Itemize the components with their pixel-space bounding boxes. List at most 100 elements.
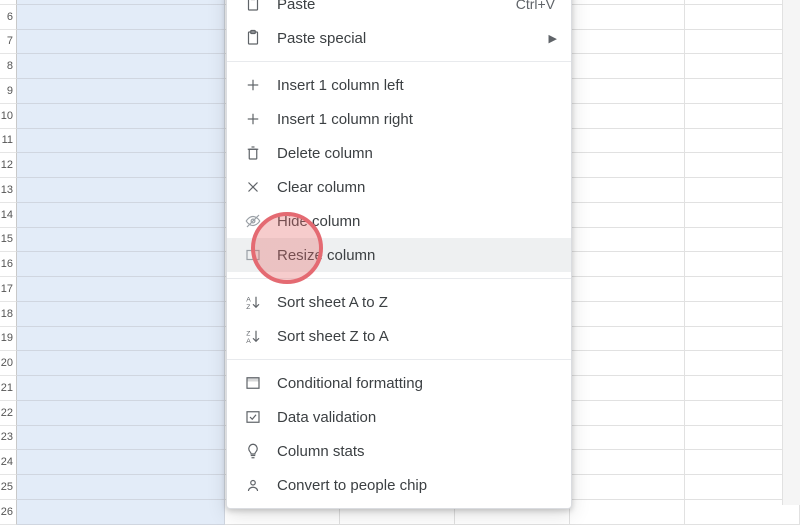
selected-cell[interactable] <box>17 54 225 79</box>
row-header[interactable]: 25 <box>0 475 17 500</box>
cell[interactable] <box>570 153 685 177</box>
row-header[interactable]: 19 <box>0 327 17 352</box>
selected-cell[interactable] <box>17 203 225 228</box>
menu-label: Conditional formatting <box>277 375 423 392</box>
menu-resize-column[interactable]: Resize column <box>227 238 571 272</box>
cell[interactable] <box>570 327 685 351</box>
cell[interactable] <box>570 228 685 252</box>
cell[interactable] <box>570 277 685 301</box>
cell[interactable] <box>570 351 685 375</box>
selected-cell[interactable] <box>17 401 225 426</box>
selected-cell[interactable] <box>17 129 225 154</box>
cell[interactable] <box>570 30 685 54</box>
eye-off-icon <box>243 211 263 231</box>
menu-conditional-formatting[interactable]: Conditional formatting <box>227 366 571 400</box>
selected-column[interactable] <box>17 0 225 525</box>
submenu-caret-icon: ▶ <box>549 32 557 45</box>
row-header[interactable]: 14 <box>0 203 17 228</box>
menu-label: Insert 1 column right <box>277 111 413 128</box>
selected-cell[interactable] <box>17 252 225 277</box>
menu-separator <box>227 61 571 62</box>
selected-cell[interactable] <box>17 475 225 500</box>
row-header[interactable]: 22 <box>0 401 17 426</box>
selected-cell[interactable] <box>17 426 225 451</box>
menu-hide-column[interactable]: Hide column <box>227 204 571 238</box>
row-header[interactable]: 12 <box>0 153 17 178</box>
lightbulb-icon <box>243 441 263 461</box>
row-header[interactable]: 21 <box>0 376 17 401</box>
menu-label: Sort sheet Z to A <box>277 328 389 345</box>
row-header[interactable]: 17 <box>0 277 17 302</box>
row-header[interactable]: 24 <box>0 450 17 475</box>
selected-cell[interactable] <box>17 153 225 178</box>
cell[interactable] <box>570 79 685 103</box>
vertical-scrollbar[interactable] <box>782 0 800 505</box>
sort-za-icon: ZA <box>243 326 263 346</box>
selected-cell[interactable] <box>17 327 225 352</box>
row-header[interactable]: 10 <box>0 104 17 129</box>
selected-cell[interactable] <box>17 277 225 302</box>
cell[interactable] <box>570 0 685 4</box>
menu-column-stats[interactable]: Column stats <box>227 434 571 468</box>
cell[interactable] <box>570 178 685 202</box>
selected-cell[interactable] <box>17 302 225 327</box>
menu-separator <box>227 359 571 360</box>
selected-cell[interactable] <box>17 376 225 401</box>
row-header[interactable]: 6 <box>0 5 17 30</box>
conditional-format-icon <box>243 373 263 393</box>
selected-cell[interactable] <box>17 79 225 104</box>
row-header[interactable]: 11 <box>0 129 17 154</box>
cell[interactable] <box>570 104 685 128</box>
cell[interactable] <box>570 475 685 499</box>
menu-paste-special[interactable]: Paste special ▶ <box>227 21 571 55</box>
menu-insert-right[interactable]: Insert 1 column right <box>227 102 571 136</box>
row-header[interactable]: 20 <box>0 351 17 376</box>
selected-cell[interactable] <box>17 104 225 129</box>
menu-sort-za[interactable]: ZA Sort sheet Z to A <box>227 319 571 353</box>
menu-insert-left[interactable]: Insert 1 column left <box>227 68 571 102</box>
menu-clear-column[interactable]: Clear column <box>227 170 571 204</box>
cell[interactable] <box>570 426 685 450</box>
selected-cell[interactable] <box>17 450 225 475</box>
cell[interactable] <box>570 129 685 153</box>
svg-text:A: A <box>246 296 251 303</box>
selected-cell[interactable] <box>17 30 225 55</box>
row-header[interactable]: 15 <box>0 228 17 253</box>
cell[interactable] <box>570 376 685 400</box>
row-header[interactable]: 23 <box>0 426 17 451</box>
selected-cell[interactable] <box>17 178 225 203</box>
selected-cell[interactable] <box>17 5 225 30</box>
cell[interactable] <box>570 302 685 326</box>
cell[interactable] <box>570 5 685 29</box>
selected-cell[interactable] <box>17 228 225 253</box>
menu-label: Paste <box>277 0 315 13</box>
cell[interactable] <box>570 203 685 227</box>
menu-delete-column[interactable]: Delete column <box>227 136 571 170</box>
cell[interactable] <box>570 401 685 425</box>
cell[interactable] <box>570 450 685 474</box>
menu-people-chip[interactable]: Convert to people chip <box>227 468 571 502</box>
row-header[interactable]: 26 <box>0 500 17 525</box>
row-header[interactable]: 13 <box>0 178 17 203</box>
selected-cell[interactable] <box>17 351 225 376</box>
row-header[interactable]: 7 <box>0 30 17 55</box>
svg-text:A: A <box>246 338 251 345</box>
row-header[interactable]: 8 <box>0 54 17 79</box>
plus-icon <box>243 109 263 129</box>
cell[interactable] <box>570 500 685 524</box>
plus-icon <box>243 75 263 95</box>
menu-label: Convert to people chip <box>277 477 427 494</box>
sort-az-icon: AZ <box>243 292 263 312</box>
menu-label: Resize column <box>277 247 375 264</box>
menu-separator <box>227 278 571 279</box>
menu-paste[interactable]: Paste Ctrl+V <box>227 0 571 21</box>
row-header[interactable]: 18 <box>0 302 17 327</box>
resize-icon <box>243 245 263 265</box>
row-header[interactable]: 9 <box>0 79 17 104</box>
menu-sort-az[interactable]: AZ Sort sheet A to Z <box>227 285 571 319</box>
cell[interactable] <box>570 54 685 78</box>
cell[interactable] <box>570 252 685 276</box>
row-header[interactable]: 16 <box>0 252 17 277</box>
menu-data-validation[interactable]: Data validation <box>227 400 571 434</box>
selected-cell[interactable] <box>17 500 225 525</box>
